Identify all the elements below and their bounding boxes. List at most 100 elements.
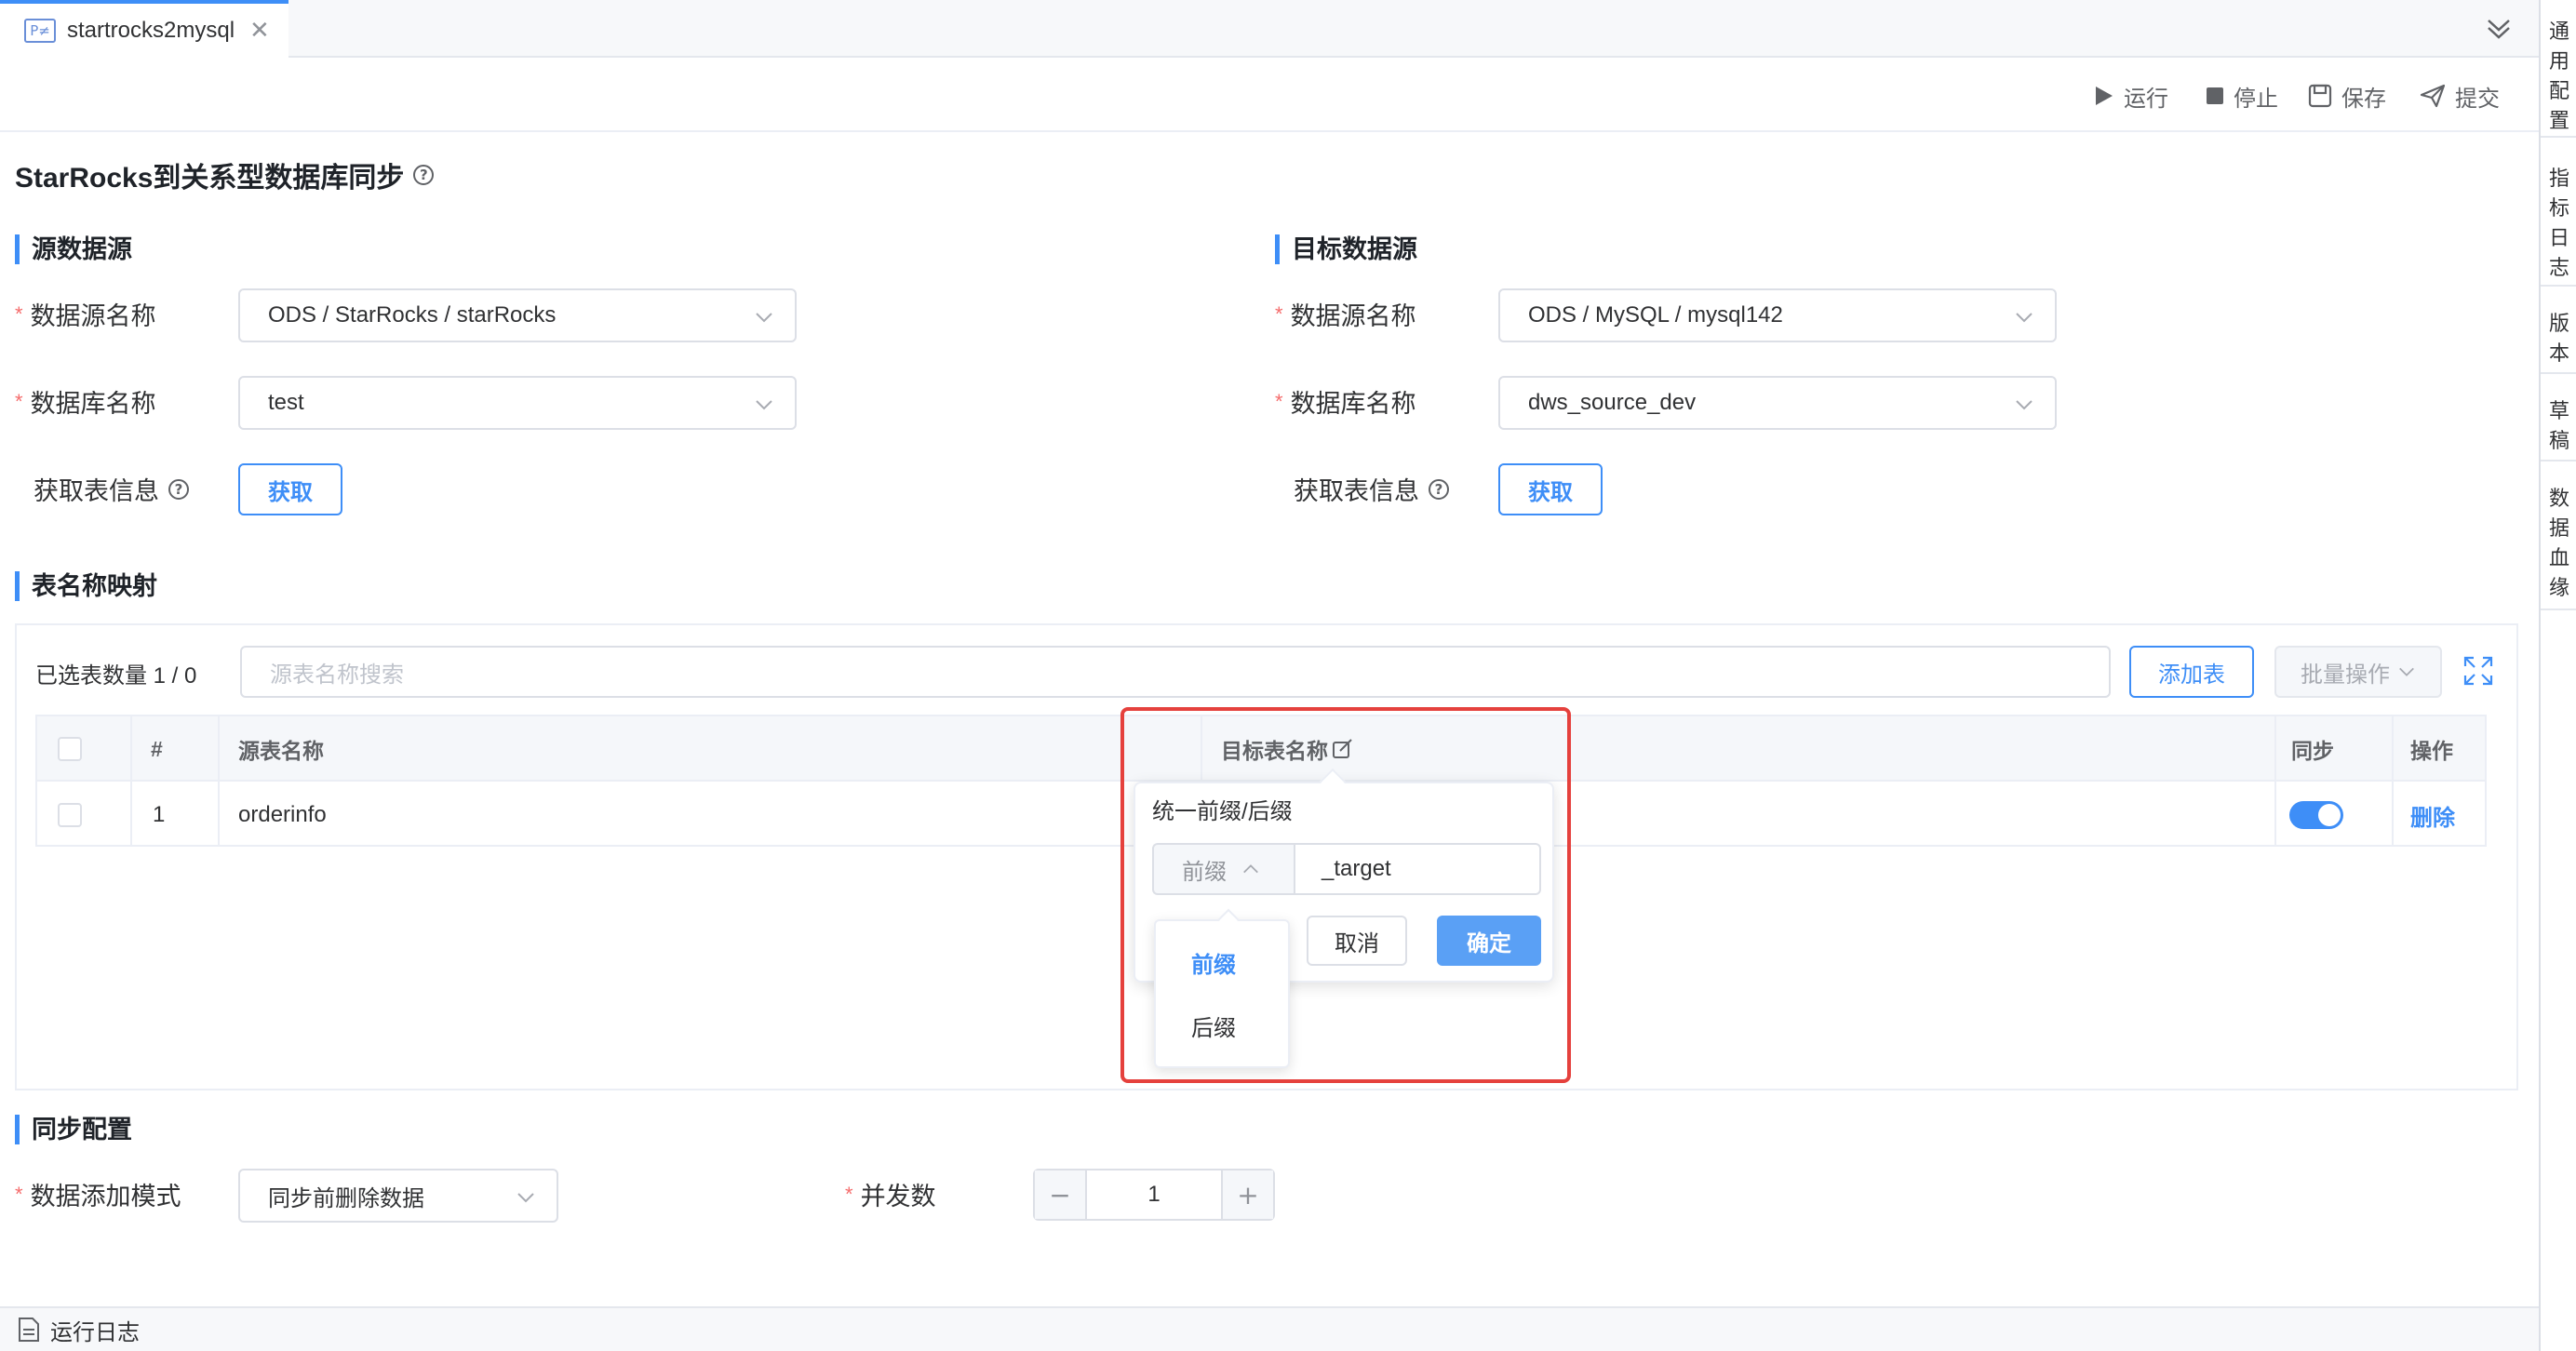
column-divider (2392, 716, 2394, 847)
selected-count: 已选表数量 1 / 0 (35, 663, 197, 689)
column-header-action: 操作 (2410, 739, 2453, 763)
search-placeholder: 源表名称搜索 (270, 662, 404, 688)
submit-button[interactable]: 提交 (2420, 80, 2500, 112)
column-divider (130, 716, 132, 847)
source-datasource-value: ODS / StarRocks / starRocks (268, 302, 557, 328)
sidebar-item-label: 版本 (2548, 312, 2569, 365)
dropdown-option-suffix[interactable]: 后缀 (1154, 999, 1290, 1051)
data-mode-label-text: 数据添加模式 (30, 1183, 181, 1211)
increment-button[interactable]: + (1223, 1170, 1273, 1219)
tab-title: startrocks2mysql (67, 18, 235, 43)
source-database-label: * 数据库名称 (15, 383, 156, 420)
chevron-down-icon (517, 1193, 534, 1203)
data-mode-select[interactable]: 同步前删除数据 (238, 1169, 558, 1223)
sidebar-item-data-lineage[interactable]: 数据血缘 (2541, 478, 2576, 610)
row-sync-toggle[interactable] (2289, 783, 2343, 847)
batch-ops-label: 批量操作 (2301, 662, 2390, 688)
source-database-select[interactable]: test (238, 376, 797, 430)
save-icon (2308, 84, 2332, 108)
row-delete-link[interactable]: 删除 (2410, 783, 2455, 847)
sync-section-title: 同步配置 (15, 1113, 132, 1146)
row-checkbox[interactable] (58, 783, 82, 847)
chevron-double-down-icon[interactable] (2483, 13, 2515, 45)
column-header-sync: 同步 (2291, 739, 2334, 763)
sidebar-item-version[interactable]: 版本 (2541, 303, 2576, 374)
target-fetch-label: 获取表信息 ? (1294, 471, 1449, 507)
sidebar-item-general-config[interactable]: 通用配置 (2541, 11, 2576, 138)
required-mark: * (15, 301, 23, 326)
popover-cancel-button[interactable]: 取消 (1307, 916, 1407, 966)
edit-icon[interactable] (1332, 738, 1354, 760)
toolbar: 运行 停止 保存 提交 (0, 60, 2539, 132)
popover-confirm-button[interactable]: 确定 (1437, 916, 1541, 966)
source-datasource-select[interactable]: ODS / StarRocks / starRocks (238, 288, 797, 342)
source-datasource-label: * 数据源名称 (15, 296, 156, 332)
required-mark: * (15, 389, 23, 413)
tab-startrocks2mysql[interactable]: P≠ startrocks2mysql ✕ (0, 0, 288, 58)
help-icon[interactable]: ? (168, 478, 189, 500)
source-fetch-label: 获取表信息 ? (34, 471, 189, 507)
batch-ops-button[interactable]: 批量操作 (2274, 646, 2442, 698)
select-all-checkbox[interactable] (58, 716, 82, 782)
required-mark: * (1275, 301, 1283, 326)
source-datasource-label-text: 数据源名称 (30, 302, 156, 330)
target-datasource-label: * 数据源名称 (1275, 296, 1416, 332)
page-title: StarRocks到关系型数据库同步 ? (15, 154, 435, 195)
source-fetch-label-text: 获取表信息 (34, 477, 159, 505)
chevron-down-icon (756, 313, 772, 323)
concurrency-label: * 并发数 (845, 1176, 936, 1212)
row-index: 1 (153, 802, 166, 827)
column-divider (2274, 716, 2276, 847)
sync-toggle[interactable] (2289, 801, 2343, 829)
close-icon[interactable]: ✕ (249, 17, 270, 45)
run-log-bar[interactable]: 运行日志 (0, 1306, 2539, 1351)
suffix-input-value: _target (1322, 856, 1391, 881)
target-database-select[interactable]: dws_source_dev (1498, 376, 2057, 430)
stop-icon (2207, 87, 2223, 104)
stop-label: 停止 (2234, 86, 2278, 112)
sidebar-item-label: 数据血缘 (2548, 487, 2569, 599)
prefix-suffix-select[interactable]: 前缀 (1152, 843, 1294, 895)
python-file-icon: P≠ (24, 19, 56, 43)
column-header-source: 源表名称 (238, 739, 324, 763)
target-datasource-select[interactable]: ODS / MySQL / mysql142 (1498, 288, 2057, 342)
target-database-value: dws_source_dev (1528, 390, 1697, 415)
popover-title: 统一前缀/后缀 (1152, 799, 1293, 824)
add-table-button[interactable]: 添加表 (2129, 646, 2254, 698)
save-button[interactable]: 保存 (2308, 80, 2386, 112)
source-table-search-input[interactable]: 源表名称搜索 (240, 646, 2111, 698)
column-divider (218, 716, 220, 847)
stop-button[interactable]: 停止 (2206, 80, 2278, 112)
sidebar-item-draft[interactable]: 草稿 (2541, 391, 2576, 461)
target-section-title: 目标数据源 (1275, 233, 1417, 266)
column-header-target-label: 目标表名称 (1221, 739, 1328, 763)
concurrency-stepper[interactable]: − 1 + (1033, 1169, 1275, 1221)
chevron-down-icon (2016, 400, 2033, 410)
save-label: 保存 (2341, 86, 2386, 112)
chevron-down-icon (756, 400, 772, 410)
checkbox[interactable] (58, 803, 82, 827)
target-fetch-button[interactable]: 获取 (1498, 463, 1603, 515)
checkbox[interactable] (58, 737, 82, 761)
target-database-label-text: 数据库名称 (1290, 390, 1416, 418)
required-mark: * (1275, 389, 1283, 413)
suffix-input[interactable]: _target (1294, 843, 1541, 895)
concurrency-value[interactable]: 1 (1085, 1170, 1223, 1219)
source-fetch-button[interactable]: 获取 (238, 463, 342, 515)
sidebar-item-label: 草稿 (2548, 399, 2569, 452)
fullscreen-icon[interactable] (2462, 655, 2494, 687)
column-header-index: # (151, 736, 163, 761)
dropdown-option-prefix[interactable]: 前缀 (1154, 936, 1290, 988)
mapping-section-title: 表名称映射 (15, 569, 157, 603)
data-mode-value: 同步前删除数据 (268, 1185, 424, 1211)
target-database-label: * 数据库名称 (1275, 383, 1416, 420)
help-icon[interactable]: ? (1429, 478, 1449, 500)
decrement-button[interactable]: − (1035, 1170, 1085, 1219)
chevron-up-icon (1243, 864, 1258, 874)
help-icon[interactable]: ? (413, 165, 435, 185)
run-button[interactable]: 运行 (2094, 80, 2168, 112)
chevron-down-icon (2399, 667, 2414, 676)
chevron-down-icon (2016, 313, 2033, 323)
sidebar-item-label: 指标日志 (2548, 167, 2569, 279)
sidebar-item-metric-log[interactable]: 指标日志 (2541, 158, 2576, 287)
